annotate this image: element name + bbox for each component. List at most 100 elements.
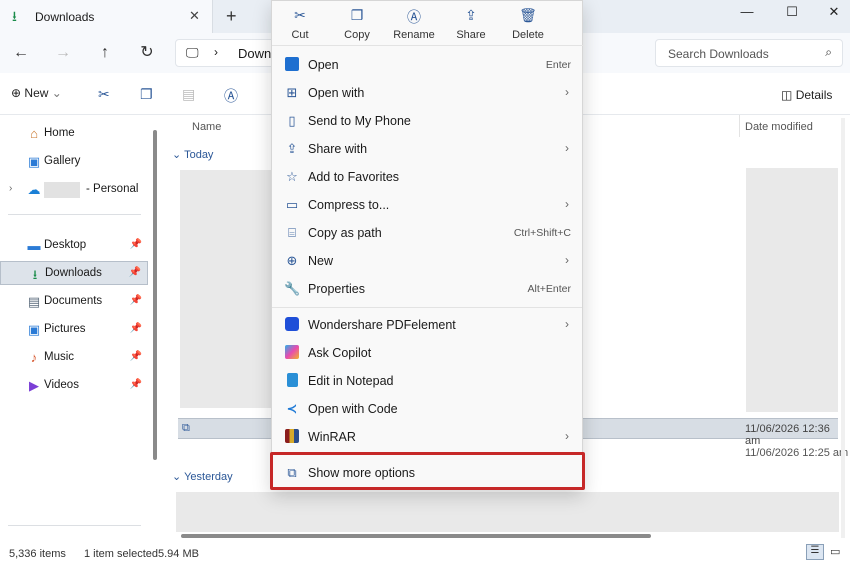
rename-icon[interactable]: Ⓐ — [224, 86, 238, 106]
details-view-icon[interactable]: ☰ — [806, 544, 824, 560]
quick-action-label: Rename — [393, 29, 435, 41]
pin-icon[interactable]: 📌 — [130, 351, 142, 362]
videos-icon: ▶ — [29, 378, 39, 393]
sidebar-item-gallery[interactable]: ▣ Gallery — [0, 150, 148, 174]
menu-item-new[interactable]: ⊕ New › — [273, 247, 583, 275]
computer-icon: 🖵 — [186, 45, 199, 60]
copy-icon[interactable]: ❐ — [140, 86, 153, 103]
pin-icon[interactable]: 📌 — [130, 379, 142, 390]
compress-icon: ▭ — [285, 197, 299, 212]
tab-close-icon[interactable]: ✕ — [189, 8, 200, 24]
menu-item-open-with-code[interactable]: ≺ Open with Code — [273, 395, 583, 423]
column-divider — [739, 115, 740, 137]
vertical-scrollbar[interactable] — [841, 118, 845, 538]
menu-item-winrar[interactable]: WinRAR › — [273, 423, 583, 451]
menu-item-send-to-phone[interactable]: ▯ Send to My Phone — [273, 107, 583, 135]
sidebar-item-onedrive[interactable]: › ☁ - Personal — [0, 178, 148, 202]
maximize-button[interactable]: ☐ — [782, 2, 802, 22]
path-icon: ⌸ — [288, 225, 296, 240]
tab-title: Downloads — [35, 10, 95, 24]
forward-button[interactable]: → — [51, 42, 75, 64]
menu-item-ask-copilot[interactable]: Ask Copilot — [273, 339, 583, 367]
menu-item-open-with[interactable]: ⊞ Open with › — [273, 79, 583, 107]
menu-item-open[interactable]: Open Enter — [273, 51, 583, 79]
new-tab-button[interactable]: + — [226, 6, 237, 27]
pin-icon[interactable]: 📌 — [129, 267, 141, 278]
sidebar-item-videos[interactable]: ▶ Videos 📌 — [0, 374, 148, 398]
sidebar-item-documents[interactable]: ▤ Documents 📌 — [0, 290, 148, 314]
group-header-today[interactable]: ⌄ Today — [172, 148, 213, 161]
plus-circle-icon: ⊕ — [286, 253, 298, 268]
column-header-name[interactable]: Name — [192, 121, 221, 133]
group-label: Today — [184, 149, 214, 161]
search-input[interactable]: Search Downloads ⌕ — [655, 39, 843, 67]
quick-action-label: Copy — [344, 29, 370, 41]
menu-item-edit-in-notepad[interactable]: Edit in Notepad — [273, 367, 583, 395]
sidebar-item-pictures[interactable]: ▣ Pictures 📌 — [0, 318, 148, 342]
documents-icon: ▤ — [27, 294, 41, 309]
menu-item-label: Ask Copilot — [308, 346, 372, 360]
refresh-button[interactable]: ↻ — [135, 42, 159, 64]
file-shortcut-icon: ⧉ — [182, 422, 190, 434]
menu-item-label: Open with Code — [308, 402, 398, 416]
new-button[interactable]: ⊕ New ⌄ — [11, 86, 62, 100]
file-thumbnail[interactable] — [176, 492, 839, 532]
up-button[interactable]: ↑ — [93, 42, 117, 64]
minimize-button[interactable]: — — [737, 2, 757, 22]
chevron-right-icon[interactable]: › — [214, 45, 218, 59]
menu-item-share-with[interactable]: ⇪ Share with › — [273, 135, 583, 163]
menu-item-copy-as-path[interactable]: ⌸ Copy as path Ctrl+Shift+C — [273, 219, 583, 247]
paste-icon[interactable]: ▤ — [182, 86, 195, 103]
menu-item-shortcut: Alt+Enter — [527, 283, 571, 295]
menu-item-pdfelement[interactable]: Wondershare PDFelement › — [273, 311, 583, 339]
pin-icon[interactable]: 📌 — [130, 323, 142, 334]
quick-action-label: Share — [456, 29, 486, 41]
sidebar-item-music[interactable]: ♪ Music 📌 — [0, 346, 148, 370]
sidebar-scrollbar[interactable] — [153, 130, 157, 460]
sidebar-item-label: Documents — [44, 295, 103, 307]
menu-item-properties[interactable]: 🔧 Properties Alt+Enter — [273, 275, 583, 303]
menu-item-add-to-favorites[interactable]: ☆ Add to Favorites — [273, 163, 583, 191]
details-label: Details — [795, 88, 833, 102]
tab-downloads[interactable]: ⭳ Downloads ✕ — [0, 0, 213, 33]
sidebar-item-label: Home — [44, 127, 75, 139]
pin-icon[interactable]: 📌 — [130, 295, 142, 306]
search-placeholder: Search Downloads — [668, 47, 769, 61]
chevron-right-icon: › — [565, 429, 569, 443]
quick-action-cut[interactable]: ✂ Cut — [272, 1, 328, 45]
quick-action-copy[interactable]: ❐ Copy — [329, 1, 385, 45]
menu-item-label: Edit in Notepad — [308, 374, 394, 388]
highlight-box — [270, 452, 585, 490]
chevron-right-icon[interactable]: › — [9, 183, 12, 194]
file-thumbnail[interactable] — [746, 168, 838, 412]
sidebar-item-label: Music — [44, 351, 75, 363]
copilot-icon — [284, 345, 300, 361]
sidebar-item-desktop[interactable]: ▬ Desktop 📌 — [0, 234, 148, 258]
close-window-button[interactable]: ✕ — [824, 2, 844, 22]
divider — [8, 525, 141, 526]
divider — [272, 307, 582, 308]
file-thumbnail[interactable] — [180, 170, 271, 408]
address-bar[interactable]: 🖵 › Down — [175, 39, 275, 67]
group-header-yesterday[interactable]: ⌄ Yesterday — [172, 470, 233, 483]
sidebar-item-downloads[interactable]: ⭳ Downloads 📌 — [0, 261, 148, 285]
quick-action-share[interactable]: ⇪ Share — [443, 1, 499, 45]
horizontal-scrollbar[interactable] — [181, 534, 651, 538]
new-label: New — [24, 86, 49, 100]
quick-action-delete[interactable]: 🗑 Delete — [500, 1, 556, 45]
details-button[interactable]: ◫ Details — [781, 88, 832, 102]
breadcrumb[interactable]: Down — [238, 46, 271, 61]
column-header-date[interactable]: Date modified — [745, 121, 813, 133]
details-pane-icon: ◫ — [781, 88, 793, 102]
chevron-down-icon: ⌄ — [172, 149, 182, 161]
context-menu: ✂ Cut ❐ Copy Ⓐ Rename ⇪ Share 🗑 Delete O… — [271, 0, 584, 490]
tiles-view-icon[interactable]: ▭ — [830, 545, 840, 558]
menu-item-label: Properties — [308, 282, 365, 296]
sidebar-item-label: Downloads — [45, 267, 102, 279]
pin-icon[interactable]: 📌 — [130, 239, 142, 250]
sidebar-item-home[interactable]: ⌂ Home — [0, 122, 148, 146]
quick-action-rename[interactable]: Ⓐ Rename — [386, 1, 442, 45]
menu-item-compress[interactable]: ▭ Compress to... › — [273, 191, 583, 219]
cut-icon[interactable]: ✂ — [98, 86, 110, 103]
back-button[interactable]: ← — [9, 42, 33, 64]
